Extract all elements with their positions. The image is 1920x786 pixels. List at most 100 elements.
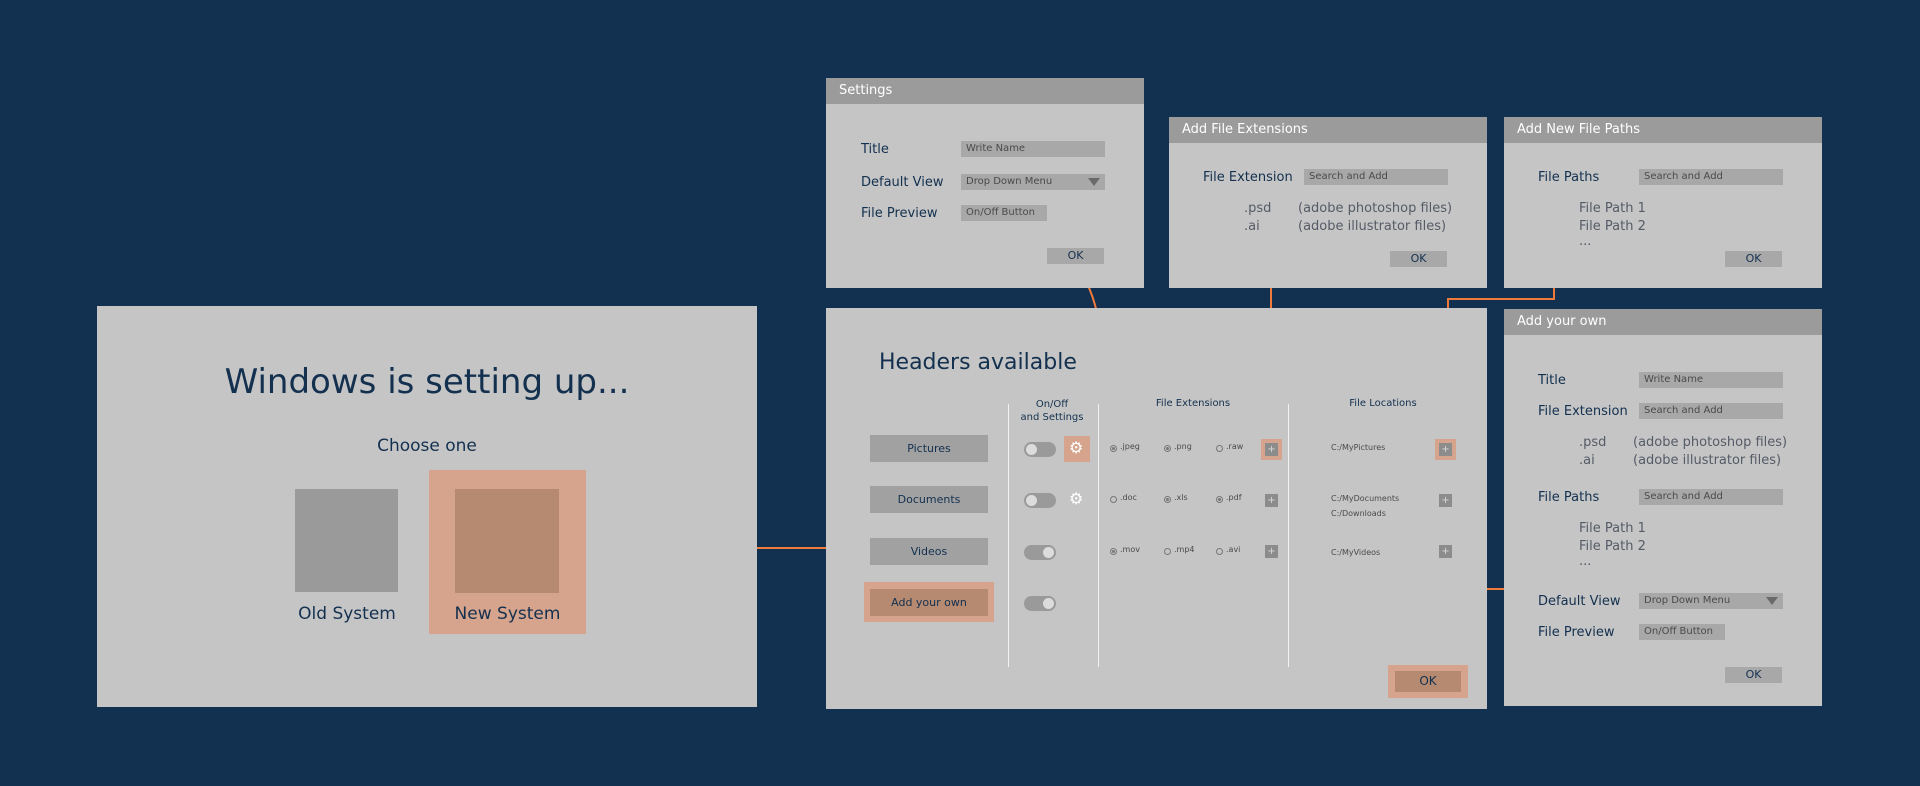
column-divider-3 — [1288, 404, 1289, 667]
add-extensions-label: File Extension — [1203, 170, 1293, 185]
add-extensions-ext-2: .ai — [1244, 219, 1260, 234]
add-own-paths-label: File Paths — [1538, 490, 1600, 505]
headers-title: Headers available — [879, 350, 1077, 375]
add-own-title-input[interactable]: Write Name — [1639, 372, 1783, 388]
plus-icon[interactable]: + — [1439, 494, 1452, 507]
col-ext-header: File Extensions — [1155, 398, 1231, 409]
add-own-ok-button[interactable]: OK — [1725, 667, 1782, 683]
videos-ext-radio-2[interactable] — [1164, 548, 1171, 555]
plus-icon[interactable]: + — [1265, 545, 1278, 558]
add-own-ext-search[interactable]: Search and Add — [1639, 403, 1783, 419]
toggle-knob — [1026, 444, 1037, 455]
documents-toggle[interactable] — [1024, 493, 1056, 508]
new-system-label: New System — [454, 604, 561, 624]
add-own-window: Add your own Title Write Name File Exten… — [1504, 309, 1822, 706]
settings-default-view-label: Default View — [861, 175, 944, 190]
add-own-file-preview-toggle[interactable]: On/Off Button — [1639, 624, 1725, 640]
header-videos-button[interactable]: Videos — [870, 538, 988, 565]
settings-default-view-dropdown[interactable]: Drop Down Menu — [961, 174, 1105, 190]
add-extensions-desc-1: (adobe photoshop files) — [1298, 201, 1453, 216]
add-extensions-window: Add File Extensions File Extension Searc… — [1169, 117, 1487, 288]
documents-location-2: C:/Downloads — [1331, 509, 1386, 518]
settings-ok-button[interactable]: OK — [1047, 248, 1104, 264]
pictures-ext-radio-1[interactable] — [1110, 445, 1117, 452]
headers-ok-button[interactable]: OK — [1395, 671, 1461, 692]
column-divider-2 — [1098, 404, 1099, 667]
pictures-ext-1: .jpeg — [1120, 442, 1140, 451]
add-own-ext-2: .ai — [1579, 453, 1595, 468]
chevron-down-icon — [1088, 178, 1100, 186]
add-paths-label: File Paths — [1538, 170, 1600, 185]
add-extensions-search[interactable]: Search and Add — [1304, 169, 1448, 185]
setup-panel: Windows is setting up... Choose one Old … — [97, 306, 757, 707]
documents-ext-3: .pdf — [1226, 493, 1242, 502]
documents-ext-2: .xls — [1174, 493, 1188, 502]
documents-ext-radio-1[interactable] — [1110, 496, 1117, 503]
add-own-file-preview-label: File Preview — [1538, 625, 1615, 640]
add-own-path-1: File Path 1 — [1579, 521, 1646, 536]
add-own-default-view-label: Default View — [1538, 594, 1621, 609]
documents-location-1: C:/MyDocuments — [1331, 494, 1400, 503]
pictures-location-1: C:/MyPictures — [1331, 443, 1386, 452]
setup-subtitle: Choose one — [377, 436, 477, 456]
videos-ext-2: .mp4 — [1174, 545, 1195, 554]
add-extensions-ok-button[interactable]: OK — [1390, 251, 1447, 267]
pictures-ext-radio-2[interactable] — [1164, 445, 1171, 452]
pictures-ext-radio-3[interactable] — [1216, 445, 1223, 452]
chevron-down-icon — [1766, 597, 1778, 605]
videos-location-1: C:/MyVideos — [1331, 548, 1381, 557]
old-system-option[interactable] — [295, 489, 398, 592]
settings-title-label: Title — [861, 142, 889, 157]
header-pictures-button[interactable]: Pictures — [870, 435, 988, 462]
videos-ext-radio-1[interactable] — [1110, 548, 1117, 555]
plus-icon[interactable]: + — [1265, 443, 1278, 456]
settings-window: Settings Title Write Name Default View D… — [826, 78, 1144, 288]
toggle-knob — [1026, 495, 1037, 506]
plus-icon[interactable]: + — [1265, 494, 1278, 507]
pictures-toggle[interactable] — [1024, 442, 1056, 457]
toggle-knob — [1043, 598, 1054, 609]
add-own-default-view-value: Drop Down Menu — [1644, 595, 1731, 606]
gear-icon[interactable]: ⚙ — [1069, 439, 1083, 457]
column-divider-1 — [1008, 404, 1009, 667]
add-own-path-3: ... — [1579, 554, 1592, 569]
add-own-titlebar: Add your own — [1504, 309, 1822, 335]
add-extensions-ext-1: .psd — [1244, 201, 1272, 216]
videos-toggle[interactable] — [1024, 545, 1056, 560]
settings-file-preview-toggle[interactable]: On/Off Button — [961, 205, 1047, 221]
setup-title: Windows is setting up... — [224, 362, 630, 402]
documents-ext-1: .doc — [1120, 493, 1137, 502]
videos-ext-radio-3[interactable] — [1216, 548, 1223, 555]
settings-titlebar: Settings — [826, 78, 1144, 104]
add-paths-window: Add New File Paths File Paths Search and… — [1504, 117, 1822, 288]
add-paths-titlebar: Add New File Paths — [1504, 117, 1822, 143]
col-loc-header: File Locations — [1349, 398, 1417, 409]
new-system-tile — [455, 489, 559, 593]
col-onoff-line-1: On/Off — [1035, 399, 1069, 410]
add-your-own-button[interactable]: Add your own — [870, 589, 988, 616]
add-extensions-desc-2: (adobe illustrator files) — [1298, 219, 1447, 234]
documents-ext-radio-3[interactable] — [1216, 496, 1223, 503]
header-documents-button[interactable]: Documents — [870, 486, 988, 513]
add-paths-search[interactable]: Search and Add — [1639, 169, 1783, 185]
pictures-ext-2: .png — [1174, 442, 1192, 451]
settings-title-input[interactable]: Write Name — [961, 141, 1105, 157]
col-onoff-header: On/Off and Settings — [1010, 398, 1094, 424]
videos-ext-3: .avi — [1226, 545, 1241, 554]
settings-default-view-value: Drop Down Menu — [966, 176, 1053, 187]
add-own-ext-desc-2: (adobe illustrator files) — [1633, 453, 1782, 468]
documents-ext-radio-2[interactable] — [1164, 496, 1171, 503]
add-own-paths-search[interactable]: Search and Add — [1639, 489, 1783, 505]
new-system-option[interactable]: New System — [429, 470, 586, 634]
add-own-ext-desc-1: (adobe photoshop files) — [1633, 435, 1788, 450]
plus-icon[interactable]: + — [1439, 443, 1452, 456]
add-own-default-view-dropdown[interactable]: Drop Down Menu — [1639, 593, 1783, 609]
add-paths-item-1: File Path 1 — [1579, 201, 1646, 216]
gear-icon[interactable]: ⚙ — [1069, 490, 1083, 508]
pictures-ext-3: .raw — [1226, 442, 1244, 451]
old-system-label: Old System — [298, 604, 396, 624]
add-paths-ok-button[interactable]: OK — [1725, 251, 1782, 267]
videos-ext-1: .mov — [1120, 545, 1140, 554]
add-own-toggle[interactable] — [1024, 596, 1056, 611]
plus-icon[interactable]: + — [1439, 545, 1452, 558]
